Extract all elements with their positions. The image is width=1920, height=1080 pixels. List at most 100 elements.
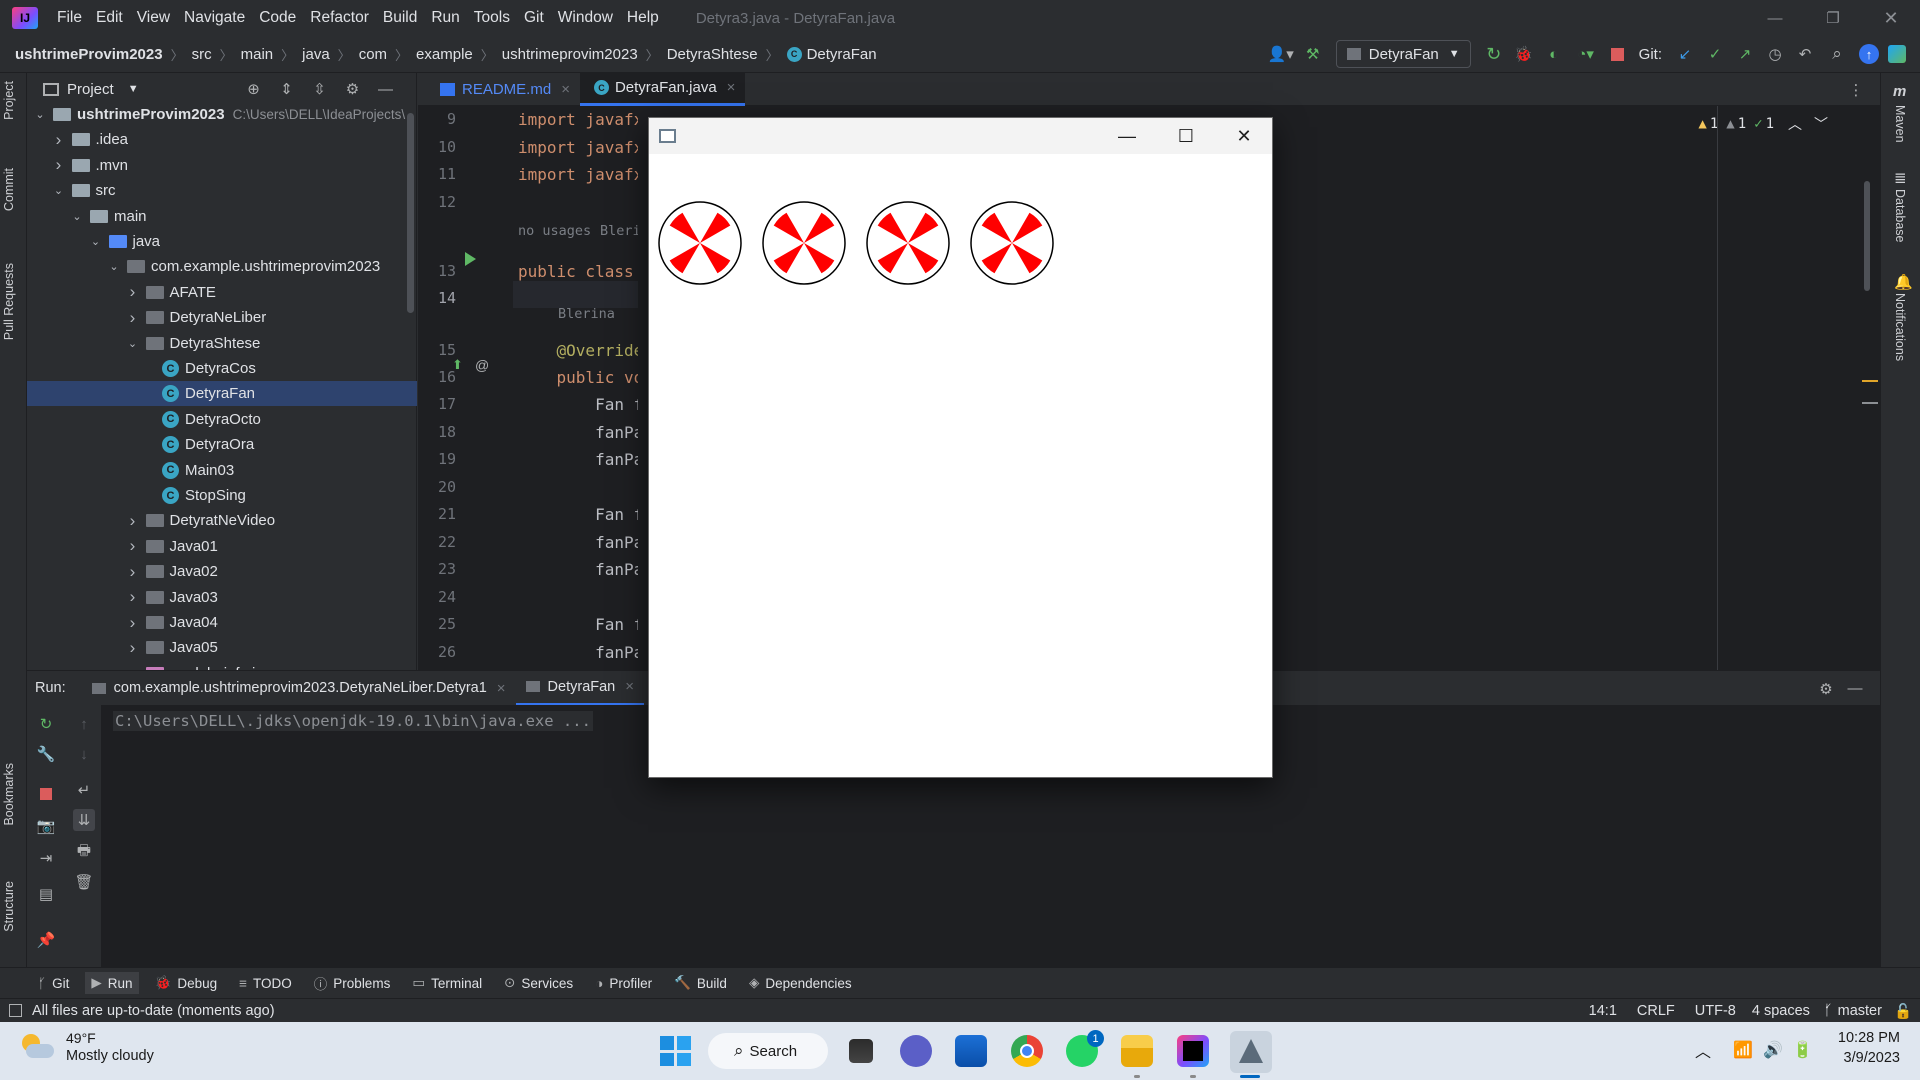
more-vertical-icon[interactable]: ⋮ xyxy=(1846,81,1866,99)
lock-icon[interactable]: 🔓 xyxy=(1894,1003,1912,1020)
tree-item[interactable]: › .idea xyxy=(27,127,417,152)
debug-icon[interactable]: 🐞 xyxy=(1509,45,1539,63)
soft-wrap-icon[interactable]: ↵ xyxy=(75,781,93,799)
menu-file[interactable]: File xyxy=(50,9,89,27)
tree-item[interactable]: C Main03 xyxy=(27,458,417,483)
jetbrains-icon[interactable] xyxy=(1884,45,1910,63)
coverage-icon[interactable]: ◐ xyxy=(1539,46,1569,63)
git-push-icon[interactable]: ↗ xyxy=(1730,45,1760,63)
run-gutter-icon[interactable] xyxy=(465,252,476,266)
tool-window-services[interactable]: ⊙ Services xyxy=(504,975,573,991)
intellij-logo-icon[interactable]: IJ xyxy=(12,7,38,29)
tree-item[interactable]: › Java01 xyxy=(27,534,417,559)
microsoft-store-icon[interactable] xyxy=(955,1035,987,1067)
battery-icon[interactable]: 🔋 xyxy=(1793,1040,1813,1060)
tree-item[interactable]: C DetyraCos xyxy=(27,356,417,381)
expanded-arrow-icon[interactable]: ⌄ xyxy=(52,184,66,197)
collapsed-arrow-icon[interactable]: › xyxy=(52,155,66,175)
tree-item[interactable]: C DetyraFan xyxy=(27,381,417,407)
layout-icon[interactable]: ▤ xyxy=(37,885,55,903)
git-commit-icon[interactable]: ✓ xyxy=(1700,45,1730,63)
annotation-gutter-icon[interactable]: @ xyxy=(475,357,489,373)
tool-window-terminal[interactable]: ▭ Terminal xyxy=(412,975,482,991)
tree-scrollbar[interactable] xyxy=(407,113,414,313)
menu-window[interactable]: Window xyxy=(551,9,620,27)
tool-window-run[interactable]: ▶ Run xyxy=(85,972,139,994)
notifications-tool-tab[interactable]: Notifications xyxy=(1893,293,1907,361)
tree-item[interactable]: C DetyraOra xyxy=(27,432,417,457)
javafx-fan-window[interactable]: — ☐ ✕ xyxy=(648,117,1273,778)
wrench-icon[interactable]: 🔧 xyxy=(37,745,56,763)
collapse-all-icon[interactable]: ⇳ xyxy=(303,80,336,98)
weather-widget[interactable]: 49°F Mostly cloudy xyxy=(20,1030,154,1064)
update-icon[interactable]: ↑ xyxy=(1854,44,1884,64)
taskbar-search[interactable]: ⌕ Search xyxy=(708,1033,828,1069)
trash-icon[interactable]: 🗑 xyxy=(74,873,93,891)
breadcrumb-item[interactable]: java xyxy=(302,46,330,63)
volume-icon[interactable]: 🔊 xyxy=(1763,1040,1783,1060)
tree-item[interactable]: module-info.java xyxy=(27,661,417,670)
rerun-icon[interactable]: ↻ xyxy=(1479,44,1509,65)
close-tab-icon[interactable]: × xyxy=(561,81,570,98)
arrow-down-icon[interactable]: ↓ xyxy=(75,745,93,763)
breadcrumb-item[interactable]: src xyxy=(192,46,212,63)
gear-icon[interactable]: ⚙ xyxy=(1810,680,1842,698)
chevron-up-icon[interactable]: ︿ xyxy=(1788,114,1802,134)
breadcrumb-item[interactable]: DetyraFan xyxy=(807,46,877,63)
git-update-icon[interactable]: ↙ xyxy=(1670,45,1700,63)
maven-tool-tab[interactable]: Maven xyxy=(1893,105,1907,143)
project-tool-tab[interactable]: Project xyxy=(2,81,16,120)
breadcrumb-item[interactable]: example xyxy=(416,46,473,63)
wifi-icon[interactable]: 📶 xyxy=(1733,1040,1753,1060)
tree-item[interactable]: ⌄ com.example.ushtrimeprovim2023 xyxy=(27,254,417,279)
collapsed-arrow-icon[interactable]: › xyxy=(126,308,140,328)
tree-item[interactable]: C DetyraOcto xyxy=(27,407,417,432)
expanded-arrow-icon[interactable]: ⌄ xyxy=(33,108,47,121)
pin-icon[interactable]: 📌 xyxy=(37,931,56,949)
tree-item[interactable]: ⌄ java xyxy=(27,229,417,254)
menu-run[interactable]: Run xyxy=(424,9,466,27)
chrome-icon[interactable] xyxy=(1011,1035,1043,1067)
windows-start-icon[interactable] xyxy=(659,1035,691,1067)
tab-readme[interactable]: README.md × xyxy=(430,73,580,106)
intellij-taskbar-icon[interactable] xyxy=(1177,1035,1209,1067)
collapsed-arrow-icon[interactable]: › xyxy=(52,130,66,150)
java-app-taskbar-icon[interactable] xyxy=(1230,1031,1272,1073)
collapsed-arrow-icon[interactable]: › xyxy=(126,282,140,302)
tool-window-problems[interactable]: ⓘ Problems xyxy=(314,973,391,993)
override-gutter-icon[interactable]: ⬆ xyxy=(452,357,463,373)
tool-window-git[interactable]: ᚶ Git xyxy=(38,976,69,991)
camera-icon[interactable]: 📷 xyxy=(37,817,56,835)
database-tool-tab[interactable]: Database xyxy=(1893,189,1907,243)
notifications-icon[interactable]: 🔔 xyxy=(1894,273,1913,291)
close-icon[interactable]: ✕ xyxy=(1215,118,1273,154)
whatsapp-icon[interactable]: 1 xyxy=(1066,1030,1104,1067)
caret-position[interactable]: 14:1 xyxy=(1589,1003,1617,1019)
tool-window-todo[interactable]: ≡ TODO xyxy=(239,976,292,991)
pull-requests-tool-tab[interactable]: Pull Requests xyxy=(2,263,16,340)
search-icon[interactable]: ⌕ xyxy=(1820,44,1854,64)
close-tab-icon[interactable]: × xyxy=(497,680,506,697)
hide-icon[interactable]: — xyxy=(369,81,402,98)
run-tab-detyra1[interactable]: com.example.ushtrimeprovim2023.DetyraNeL… xyxy=(82,671,516,706)
collapsed-arrow-icon[interactable]: › xyxy=(126,536,140,556)
chevron-down-icon[interactable]: ﹀ xyxy=(1814,114,1828,134)
arrow-up-icon[interactable]: ↑ xyxy=(75,715,93,733)
status-toggle-icon[interactable] xyxy=(9,1004,22,1017)
bookmarks-tool-tab[interactable]: Bookmarks xyxy=(2,763,16,826)
maximize-icon[interactable]: ☐ xyxy=(1157,118,1215,154)
expand-all-icon[interactable]: ⇕ xyxy=(270,80,303,98)
rollback-icon[interactable]: ↶ xyxy=(1790,45,1820,63)
history-icon[interactable]: ◷ xyxy=(1760,45,1790,63)
profile-icon[interactable]: ◔▾ xyxy=(1569,45,1603,63)
tree-item[interactable]: › Java05 xyxy=(27,635,417,660)
tree-item[interactable]: › Java04 xyxy=(27,610,417,635)
tree-item[interactable]: › DetyraNeLiber xyxy=(27,305,417,330)
author-hint[interactable]: Bleri xyxy=(600,223,638,239)
print-icon[interactable]: 🖶 xyxy=(75,842,93,861)
run-tab-detyrafan[interactable]: DetyraFan × xyxy=(515,670,645,706)
restore-icon[interactable]: ❐ xyxy=(1804,0,1862,36)
tree-item[interactable]: › Java03 xyxy=(27,585,417,610)
author-hint[interactable]: Blerina xyxy=(558,306,615,322)
project-view-title[interactable]: Project xyxy=(67,81,114,98)
